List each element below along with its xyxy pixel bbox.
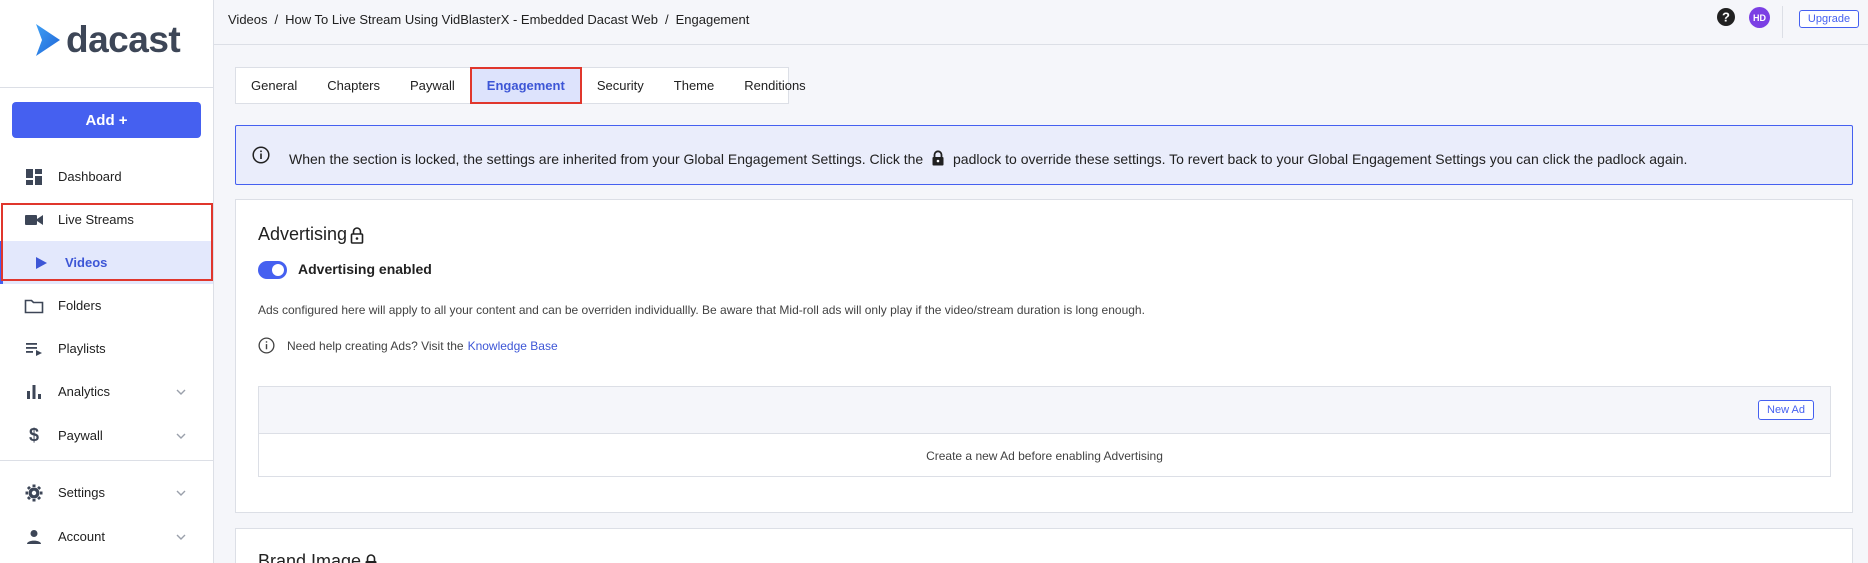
tab-engagement[interactable]: Engagement: [469, 67, 582, 104]
sidebar-item-account[interactable]: Account: [0, 515, 213, 558]
knowledge-base-link[interactable]: Knowledge Base: [468, 339, 558, 353]
banner-text-after: padlock to override these settings. To r…: [953, 151, 1688, 167]
breadcrumb-current: Engagement: [675, 12, 750, 27]
topbar: Videos / How To Live Stream Using VidBla…: [214, 0, 1868, 45]
sidebar-item-label: Dashboard: [58, 169, 122, 184]
lock-toggle-icon[interactable]: [363, 553, 379, 563]
sidebar-item-paywall[interactable]: $ Paywall: [0, 414, 213, 457]
dacast-logo-icon: [36, 24, 60, 56]
brand-image-title: Brand Image: [258, 551, 379, 563]
sidebar-item-playlists[interactable]: Playlists: [0, 327, 213, 370]
lock-toggle-icon[interactable]: [349, 226, 365, 244]
info-icon: [252, 146, 270, 164]
tab-general[interactable]: General: [236, 68, 312, 103]
advertising-description: Ads configured here will apply to all yo…: [258, 303, 1145, 317]
help-icon[interactable]: ?: [1716, 7, 1736, 27]
chevron-down-icon: [176, 534, 186, 540]
tab-theme[interactable]: Theme: [659, 68, 729, 103]
add-button[interactable]: Add +: [12, 102, 201, 138]
breadcrumb-videos[interactable]: Videos: [228, 12, 268, 27]
sidebar-item-settings[interactable]: Settings: [0, 471, 213, 514]
ads-empty-state: Create a new Ad before enabling Advertis…: [926, 448, 1163, 463]
person-icon: [24, 527, 44, 547]
chevron-down-icon: [176, 490, 186, 496]
toggle-label: Advertising enabled: [298, 261, 432, 277]
breadcrumb: Videos / How To Live Stream Using VidBla…: [228, 12, 749, 27]
ads-table-header: New Ad: [259, 387, 1830, 434]
help-text: Need help creating Ads? Visit the: [287, 338, 464, 353]
section-title: Advertising: [258, 224, 348, 244]
upgrade-button[interactable]: Upgrade: [1799, 10, 1859, 28]
app-root: dacast Add + Dashboard Live Streams Vide…: [0, 0, 1868, 563]
advertising-card: Advertising Advertising enabled Ads conf…: [235, 199, 1853, 513]
dollar-icon: $: [28, 425, 39, 445]
advertising-toggle[interactable]: [258, 261, 287, 279]
sidebar-item-label: Analytics: [58, 384, 111, 399]
sidebar-item-folders[interactable]: Folders: [0, 284, 213, 327]
breadcrumb-separator: /: [274, 12, 279, 27]
gear-icon: [24, 483, 44, 503]
tab-chapters[interactable]: Chapters: [312, 68, 395, 103]
info-icon: [258, 337, 275, 354]
sidebar-item-label: Account: [58, 529, 105, 544]
sidebar-divider: [0, 460, 214, 461]
brand-name: dacast: [66, 19, 181, 60]
chevron-down-icon: [176, 433, 186, 439]
tab-bar: General Chapters Paywall Engagement Secu…: [235, 67, 806, 104]
sidebar-item-label: Settings: [58, 485, 105, 500]
padlock-icon: [932, 150, 944, 166]
sidebar-divider: [0, 87, 214, 88]
sidebar-item-label: Paywall: [58, 428, 103, 443]
ads-table: New Ad Create a new Ad before enabling A…: [258, 386, 1831, 477]
folder-icon: [24, 296, 44, 316]
tab-renditions[interactable]: Renditions: [729, 68, 820, 103]
playlist-icon: [24, 339, 44, 359]
banner-text-before: When the section is locked, the settings…: [289, 151, 924, 167]
breadcrumb-video-title[interactable]: How To Live Stream Using VidBlasterX - E…: [285, 12, 658, 27]
topbar-divider: [1782, 6, 1783, 38]
tab-paywall[interactable]: Paywall: [395, 68, 470, 103]
sidebar-item-analytics[interactable]: Analytics: [0, 370, 213, 413]
advertising-title: Advertising: [258, 224, 365, 245]
new-ad-button[interactable]: New Ad: [1758, 400, 1814, 420]
dacast-logo[interactable]: dacast: [34, 19, 181, 60]
sidebar-item-label: Folders: [58, 298, 102, 313]
sidebar-item-label: Playlists: [58, 341, 106, 356]
svg-text:?: ?: [1722, 10, 1730, 25]
info-banner: When the section is locked, the settings…: [235, 125, 1853, 185]
breadcrumb-separator: /: [664, 12, 669, 27]
avatar[interactable]: HD: [1749, 7, 1770, 28]
chevron-down-icon: [176, 389, 186, 395]
brand-image-card: Brand Image: [235, 528, 1853, 563]
tab-security[interactable]: Security: [582, 68, 659, 103]
bar-chart-icon: [24, 382, 44, 402]
banner-text: When the section is locked, the settings…: [289, 150, 1687, 167]
sidebar-item-dashboard[interactable]: Dashboard: [0, 155, 213, 198]
dashboard-icon: [24, 167, 44, 187]
help-row: Need help creating Ads? Visit the Knowle…: [258, 337, 558, 354]
section-title: Brand Image: [258, 551, 362, 563]
highlight-annotation: [1, 203, 213, 281]
sidebar: dacast Add + Dashboard Live Streams Vide…: [0, 0, 214, 563]
